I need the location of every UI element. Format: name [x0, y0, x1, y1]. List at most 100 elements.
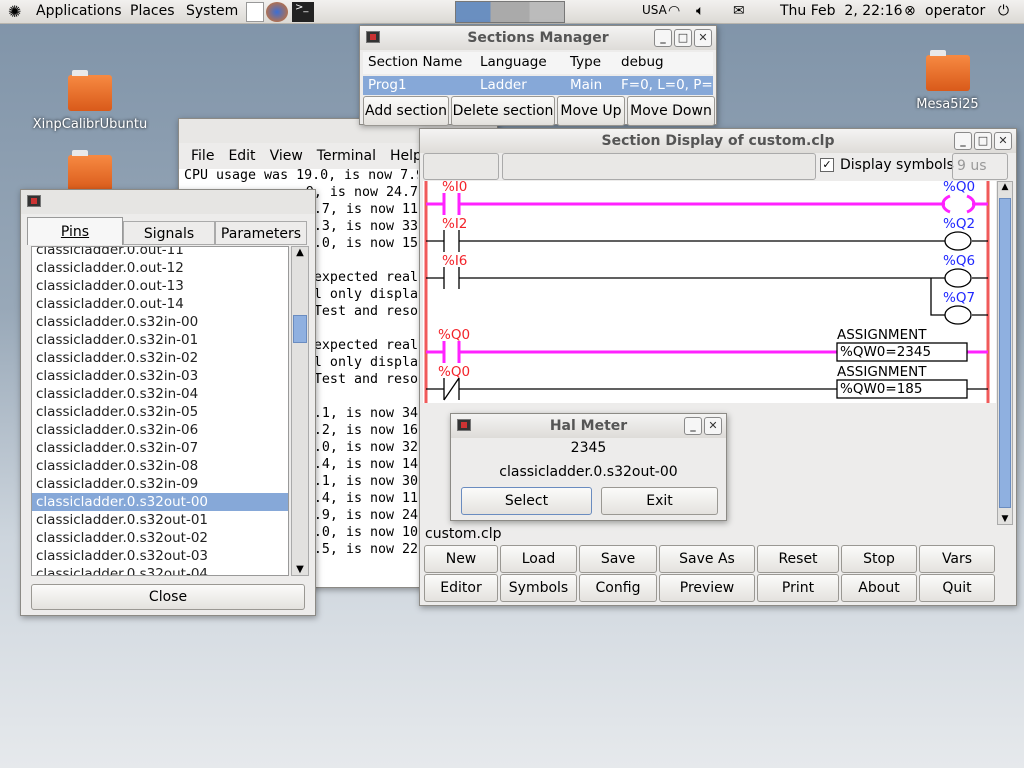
save-as-button[interactable]: Save As	[659, 545, 755, 573]
scrollbar-thumb[interactable]	[999, 198, 1011, 508]
user-name[interactable]: operator	[925, 3, 985, 19]
ladder-scrollbar[interactable]: ▲ ▼	[997, 181, 1013, 525]
list-item[interactable]: classicladder.0.s32out-02	[32, 529, 288, 547]
scrollbar-thumb[interactable]	[293, 315, 307, 343]
symbols-button[interactable]: Symbols	[500, 574, 577, 602]
keyboard-layout[interactable]: USA	[642, 3, 667, 17]
save-button[interactable]: Save	[579, 545, 657, 573]
maximize-button[interactable]: □	[674, 29, 692, 47]
list-item[interactable]: classicladder.0.s32in-06	[32, 421, 288, 439]
list-item[interactable]: classicladder.0.s32out-03	[32, 547, 288, 565]
list-item[interactable]: classicladder.0.s32out-04	[32, 565, 288, 575]
cell: F=0, L=0, P=	[621, 77, 713, 93]
menu-places[interactable]: Places	[130, 3, 175, 19]
select-button[interactable]: Select	[461, 487, 592, 515]
editor-button[interactable]: Editor	[424, 574, 498, 602]
column-header[interactable]: Type	[570, 54, 601, 70]
close-button[interactable]: ✕	[704, 417, 722, 435]
terminal-line: expected real	[313, 338, 418, 353]
reset-button[interactable]: Reset	[757, 545, 839, 573]
menu-view[interactable]: View	[270, 143, 303, 169]
list-item[interactable]: classicladder.0.out-13	[32, 277, 288, 295]
ubuntu-logo-icon[interactable]: ✺	[8, 2, 21, 21]
scroll-up-icon[interactable]: ▲	[292, 247, 308, 258]
list-item[interactable]: classicladder.0.out-14	[32, 295, 288, 313]
scroll-down-icon[interactable]: ▼	[998, 514, 1012, 524]
contact-label: %I2	[442, 216, 468, 232]
minimize-button[interactable]: _	[684, 417, 702, 435]
terminal-line: .9, is now 24	[313, 508, 418, 523]
scroll-up-icon[interactable]: ▲	[998, 182, 1012, 192]
list-item[interactable]: classicladder.0.s32in-09	[32, 475, 288, 493]
ladder-canvas[interactable]: %I0 %I2 %I6 %Q0 %Q0 %Q0 %Q2 %Q6 %Q7 ASSI…	[423, 181, 996, 403]
hal-meter-window: Hal Meter _ ✕ 2345 classicladder.0.s32out…	[450, 413, 727, 521]
minimize-button[interactable]: _	[654, 29, 672, 47]
menu-help[interactable]: Help	[390, 143, 422, 169]
new-button[interactable]: New	[424, 545, 498, 573]
delete-section-button[interactable]: Delete section	[451, 96, 555, 126]
pins-scrollbar[interactable]: ▲ ▼	[291, 246, 309, 576]
menu-terminal[interactable]: Terminal	[317, 143, 376, 169]
menu-edit[interactable]: Edit	[228, 143, 255, 169]
load-button[interactable]: Load	[500, 545, 577, 573]
menu-file[interactable]: File	[191, 143, 214, 169]
menu-system[interactable]: System	[186, 3, 238, 19]
pins-list[interactable]: classicladder.0.out-11 classicladder.0.ou…	[31, 246, 289, 576]
power-icon[interactable]: ⏻	[998, 3, 1009, 19]
desktop-icon-mesa5i25[interactable]: Mesa5i25	[905, 50, 990, 112]
list-item[interactable]: classicladder.0.s32in-01	[32, 331, 288, 349]
text-editor-icon[interactable]	[246, 2, 264, 22]
mail-icon[interactable]: ✉	[733, 3, 745, 19]
maximize-button[interactable]: □	[974, 132, 992, 150]
move-down-button[interactable]: Move Down	[627, 96, 715, 126]
minimize-button[interactable]: _	[954, 132, 972, 150]
print-button[interactable]: Print	[757, 574, 839, 602]
table-row[interactable]: Prog1 Ladder Main F=0, L=0, P=	[363, 76, 713, 95]
list-item[interactable]: classicladder.0.s32in-04	[32, 385, 288, 403]
about-button[interactable]: About	[841, 574, 917, 602]
list-item[interactable]: classicladder.0.s32in-08	[32, 457, 288, 475]
close-button[interactable]: ✕	[694, 29, 712, 47]
move-up-button[interactable]: Move Up	[557, 96, 625, 126]
window-icon	[27, 195, 41, 207]
tab-parameters[interactable]: Parameters	[215, 221, 307, 245]
list-item[interactable]: classicladder.0.s32in-02	[32, 349, 288, 367]
folder-icon	[68, 70, 112, 111]
list-item[interactable]: classicladder.0.s32out-00	[32, 493, 288, 511]
desktop-icon-xinpcalibrubuntu[interactable]: XinpCalibrUbuntu	[30, 70, 150, 132]
stop-button[interactable]: Stop	[841, 545, 917, 573]
vars-button[interactable]: Vars	[919, 545, 995, 573]
user-icon[interactable]: ⊗	[904, 3, 916, 19]
menu-applications[interactable]: Applications	[36, 3, 122, 19]
config-button[interactable]: Config	[579, 574, 657, 602]
window-title: Sections Manager	[467, 30, 609, 46]
workspace-switcher-icon[interactable]	[455, 1, 565, 23]
exit-button[interactable]: Exit	[601, 487, 718, 515]
preview-button[interactable]: Preview	[659, 574, 755, 602]
scroll-down-icon[interactable]: ▼	[292, 564, 308, 575]
close-button[interactable]: ✕	[994, 132, 1012, 150]
tab-pins[interactable]: Pins	[27, 217, 123, 245]
desktop-icon-label: XinpCalibrUbuntu	[32, 117, 148, 132]
column-header[interactable]: Section Name	[368, 54, 462, 70]
list-item[interactable]: classicladder.0.s32out-01	[32, 511, 288, 529]
list-item[interactable]: classicladder.0.out-11	[32, 247, 288, 259]
list-item[interactable]: classicladder.0.s32in-00	[32, 313, 288, 331]
cell: Main	[570, 77, 603, 93]
volume-icon[interactable]: 🔈︎	[696, 3, 704, 19]
quit-button[interactable]: Quit	[919, 574, 995, 602]
list-item[interactable]: classicladder.0.out-12	[32, 259, 288, 277]
wifi-icon[interactable]: ◠	[668, 3, 680, 19]
close-button[interactable]: Close	[31, 584, 305, 610]
firefox-icon[interactable]	[266, 2, 288, 22]
clock[interactable]: Thu Feb 2, 22:16	[780, 3, 903, 19]
list-item[interactable]: classicladder.0.s32in-07	[32, 439, 288, 457]
column-header[interactable]: Language	[480, 54, 547, 70]
tab-signals[interactable]: Signals	[123, 221, 215, 245]
display-symbols-checkbox[interactable]: ✓	[820, 158, 834, 172]
list-item[interactable]: classicladder.0.s32in-03	[32, 367, 288, 385]
list-item[interactable]: classicladder.0.s32in-05	[32, 403, 288, 421]
terminal-icon[interactable]: >_	[292, 2, 314, 22]
add-section-button[interactable]: Add section	[363, 96, 449, 126]
column-header[interactable]: debug	[621, 54, 664, 70]
